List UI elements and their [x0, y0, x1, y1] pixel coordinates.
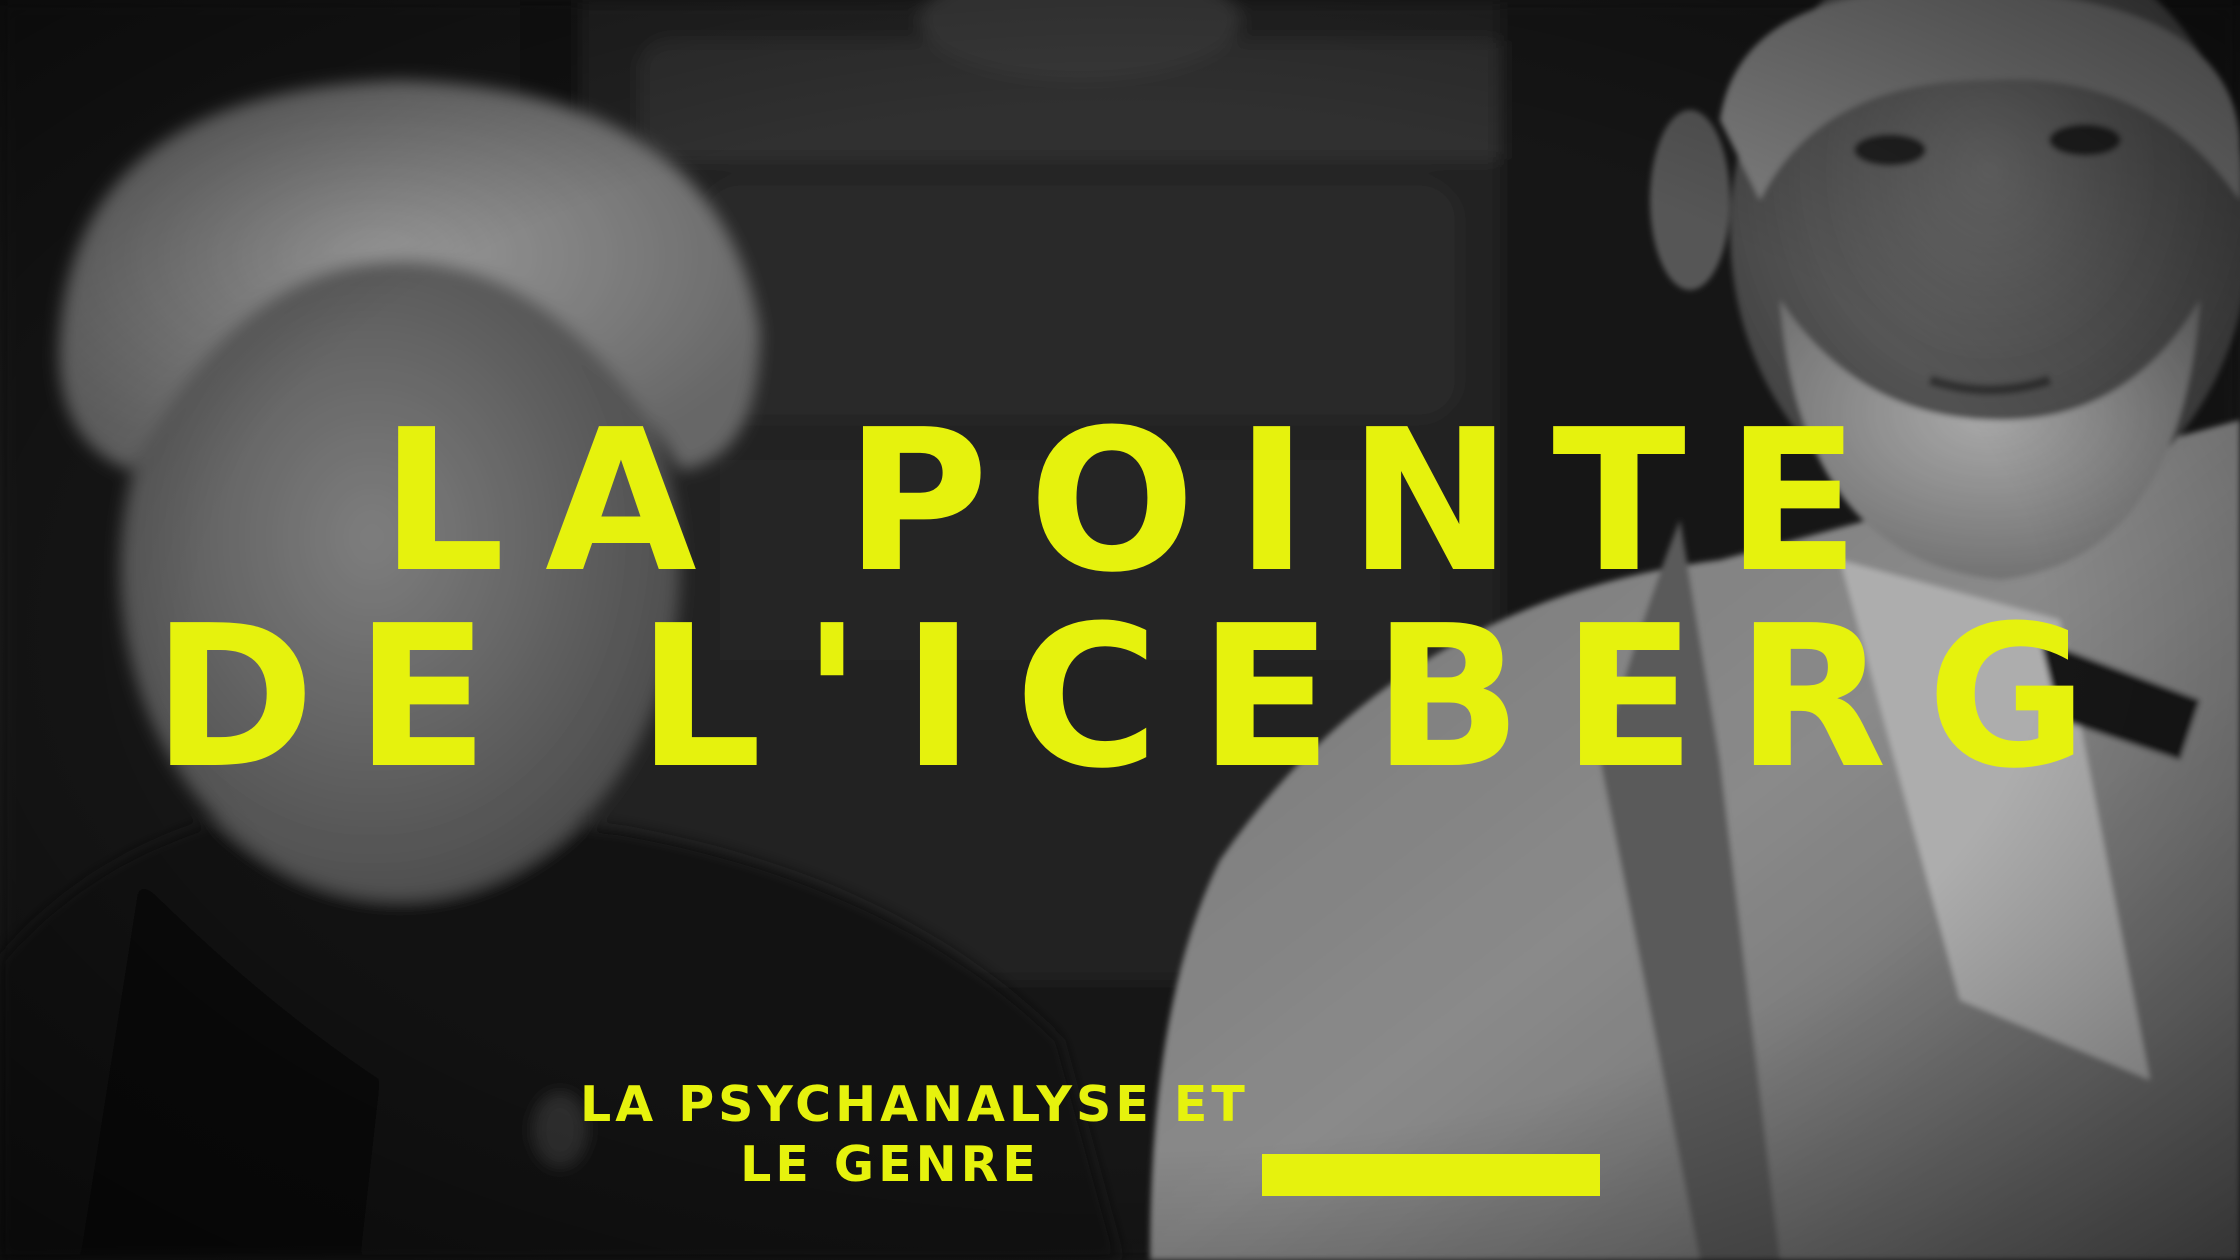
poster: LA POINTE DE L'ICEBERG LA PSYCHANALYSE E… [0, 0, 2240, 1260]
title-line-1: LA POINTE [380, 388, 1900, 616]
subtitle-line-2: LE GENRE [740, 1136, 1040, 1193]
title-line-2: DE L'ICEBERG [152, 584, 2128, 812]
accent-bar [1262, 1154, 1600, 1196]
subtitle-line-1: LA PSYCHANALYSE ET [580, 1076, 1249, 1133]
